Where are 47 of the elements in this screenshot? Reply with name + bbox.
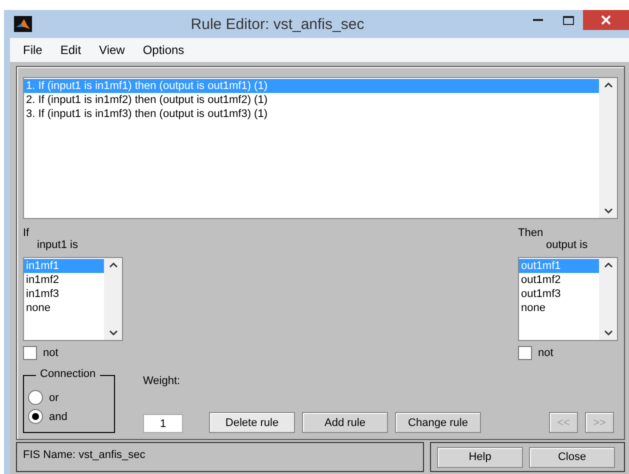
listbox[interactable]: out1mf1 out1mf2 out1mf3 none xyxy=(518,257,618,341)
maximize-icon[interactable] xyxy=(562,16,574,24)
menu-item[interactable]: View xyxy=(90,43,134,57)
listbox[interactable]: in1mf1 in1mf2 in1mf3 none xyxy=(23,257,123,341)
checkbox-label: not xyxy=(43,347,58,359)
close-icon xyxy=(601,15,611,25)
variable-label: output is xyxy=(545,239,589,251)
scroll-up-icon[interactable] xyxy=(604,82,612,88)
menu-item[interactable]: Options xyxy=(134,43,194,57)
scroll-down-icon[interactable] xyxy=(604,330,612,336)
rules-listbox[interactable]: 1. If (input1 is in1mf1) then (output is out1mf1) (1) 2. If (input1 is in1mf2) then (output is out1mf2) (1) 3. If (input1 is in1mf3) then (output is out1mf3) (1) xyxy=(23,77,618,219)
section-label: Then xyxy=(518,227,544,239)
footer-button[interactable]: Help xyxy=(437,446,523,468)
rule-item[interactable]: 2. If (input1 is in1mf2) then (output is out1mf2) (1) xyxy=(24,93,599,107)
radio-label: and xyxy=(49,410,68,422)
scroll-down-icon[interactable] xyxy=(604,208,612,214)
radio-label: or xyxy=(49,392,59,404)
rule-button[interactable]: Delete rule xyxy=(209,412,295,433)
weight-field[interactable]: 1 xyxy=(143,414,183,433)
list-item[interactable]: in1mf2 xyxy=(24,273,104,287)
radio-button[interactable] xyxy=(28,409,43,424)
rule-item[interactable]: 3. If (input1 is in1mf3) then (output is out1mf3) (1) xyxy=(24,107,599,121)
variable-label: input1 is xyxy=(36,239,79,251)
scroll-up-icon[interactable] xyxy=(604,262,612,268)
rule-button[interactable]: Add rule xyxy=(302,412,388,433)
not-checkbox[interactable] xyxy=(518,346,532,360)
not-checkbox[interactable] xyxy=(23,346,37,360)
section-label: If xyxy=(23,227,30,239)
status-text: FIS Name: vst_anfis_sec xyxy=(16,442,424,472)
list-item[interactable]: out1mf2 xyxy=(519,273,599,287)
radio-button[interactable] xyxy=(28,390,43,405)
scroll-up-icon[interactable] xyxy=(108,262,118,268)
menu-item[interactable]: File xyxy=(14,43,52,57)
footer-button[interactable]: Close xyxy=(529,446,615,468)
weight-label: Weight: xyxy=(143,375,182,387)
list-item[interactable]: none xyxy=(24,301,104,315)
list-item[interactable]: out1mf3 xyxy=(519,287,599,301)
group-title: Connection xyxy=(36,368,100,380)
close-button[interactable] xyxy=(583,10,629,30)
list-item[interactable]: in1mf3 xyxy=(24,287,104,301)
checkbox-label: not xyxy=(538,347,554,359)
rule-button[interactable]: Change rule xyxy=(395,412,481,433)
app-logo-icon xyxy=(14,16,32,32)
menu-item[interactable]: Edit xyxy=(51,43,90,57)
list-item[interactable]: none xyxy=(519,301,599,315)
scroll-down-icon[interactable] xyxy=(108,330,118,336)
window-title: Rule Editor: vst_anfis_sec xyxy=(190,16,366,32)
